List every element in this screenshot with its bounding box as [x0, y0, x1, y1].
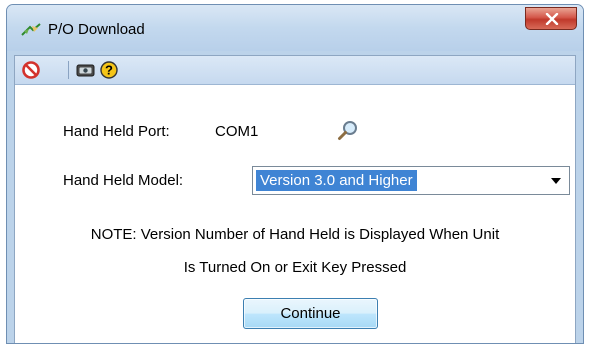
dialog-body: ? Hand Held Port: COM1 Hand Held Model: … [14, 55, 576, 343]
window-title: P/O Download [48, 21, 145, 38]
svg-text:?: ? [105, 63, 113, 78]
model-select[interactable]: Version 3.0 and Higher [252, 166, 570, 195]
close-button[interactable] [525, 7, 577, 30]
help-icon[interactable]: ? [100, 61, 118, 79]
note-line-2: Is Turned On or Exit Key Pressed [183, 259, 407, 276]
title-bar[interactable]: P/O Download [7, 5, 583, 51]
model-label: Hand Held Model: [63, 172, 184, 189]
model-selected-value: Version 3.0 and Higher [256, 170, 417, 191]
toolbar-separator [68, 61, 69, 79]
toolbar: ? [15, 56, 575, 85]
close-icon [545, 13, 559, 25]
app-icon [21, 23, 41, 37]
chevron-down-icon [551, 178, 561, 184]
continue-button[interactable]: Continue [243, 298, 378, 329]
port-value: COM1 [215, 123, 259, 140]
stop-icon[interactable] [22, 61, 40, 79]
device-icon[interactable] [76, 61, 96, 79]
dialog-window: P/O Download ? Hand Held Port: COM1 Hand… [6, 4, 584, 344]
note-line-1: NOTE: Version Number of Hand Held is Dis… [90, 226, 500, 243]
search-icon[interactable] [337, 120, 359, 142]
port-label: Hand Held Port: [63, 123, 170, 140]
